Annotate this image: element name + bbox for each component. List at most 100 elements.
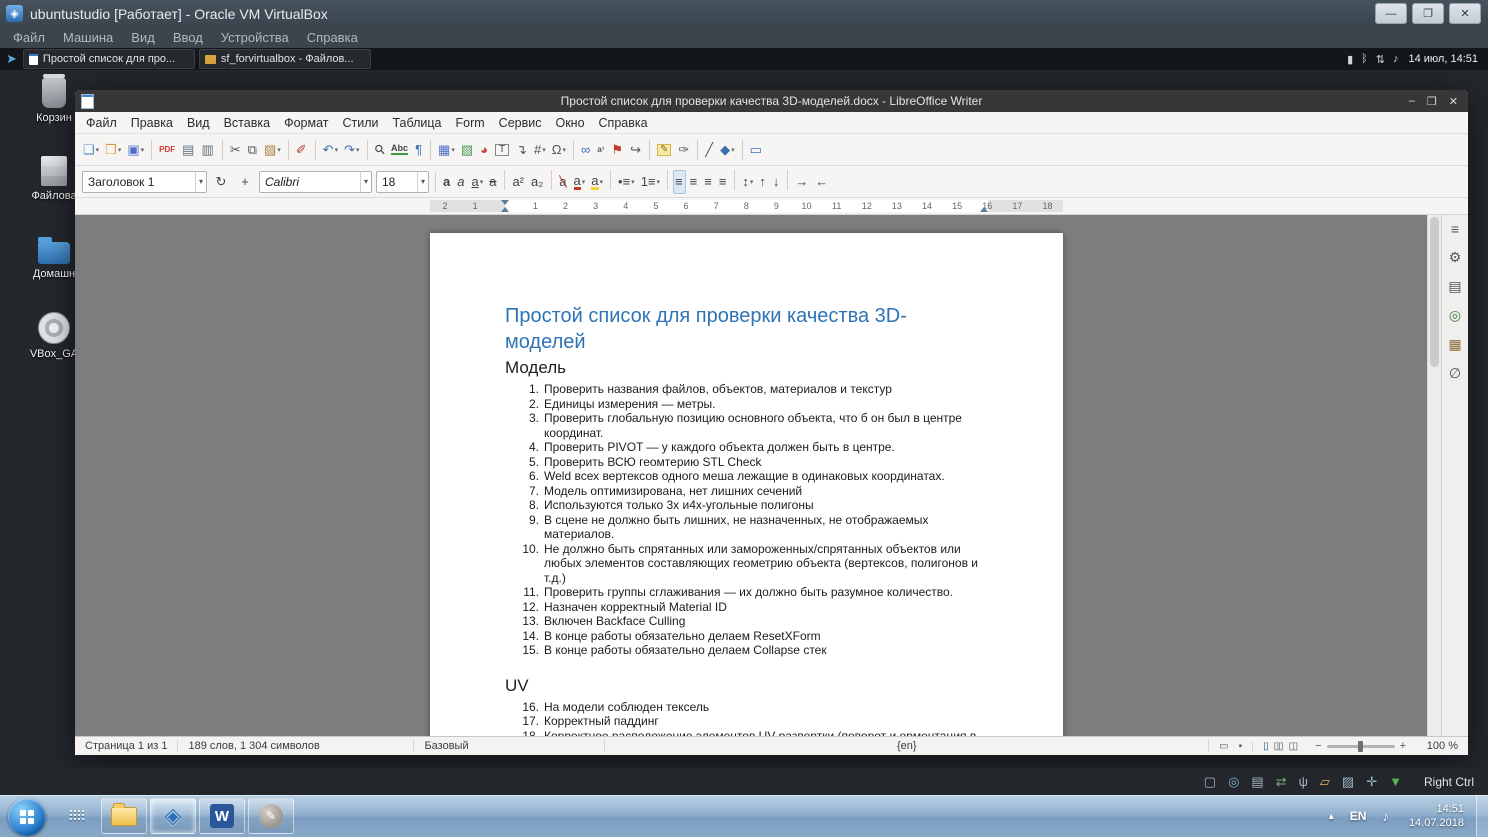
- export-pdf-button[interactable]: PDF: [157, 138, 178, 162]
- separator[interactable]: [697, 139, 699, 160]
- insert-cross-reference-button[interactable]: ↪: [628, 138, 644, 162]
- single-page-view-button[interactable]: ▯: [1263, 741, 1268, 752]
- zoom-out-button[interactable]: −: [1315, 740, 1321, 752]
- host-menu-item[interactable]: Справка: [298, 28, 367, 47]
- vertical-scrollbar[interactable]: [1427, 215, 1441, 736]
- virtualbox-button[interactable]: ◈: [150, 798, 196, 834]
- cut-button[interactable]: ✂: [228, 138, 244, 162]
- insert-line-button[interactable]: ╱: [703, 138, 716, 162]
- italic-button[interactable]: а: [455, 170, 467, 194]
- menu-item[interactable]: Сервис: [492, 114, 549, 132]
- horizontal-ruler[interactable]: 2 1 1 2 3 4 5 6 7 8 9 10 11 12 13 14 15 16 17 18: [75, 198, 1468, 215]
- line-spacing-button[interactable]: ↕ ▾: [740, 170, 755, 194]
- separator[interactable]: [610, 169, 612, 190]
- page-indicator[interactable]: Страница 1 из 1: [75, 740, 179, 752]
- separator[interactable]: [787, 169, 789, 190]
- new-document-button[interactable]: ❏ ▾: [81, 138, 101, 162]
- separator[interactable]: [741, 139, 743, 160]
- separator[interactable]: [573, 139, 575, 160]
- desktop-icon[interactable]: Файлова: [26, 156, 82, 202]
- insert-bookmark-button[interactable]: ⚑: [609, 138, 626, 162]
- network-updown-icon[interactable]: ⇅: [1376, 53, 1385, 66]
- font-color-button[interactable]: а ▾: [572, 170, 588, 194]
- start-button[interactable]: [8, 797, 46, 836]
- track-changes-button[interactable]: ✑: [676, 138, 692, 162]
- page-style[interactable]: Базовый: [414, 740, 606, 752]
- align-left-button[interactable]: ≡: [673, 169, 686, 194]
- usb-status-icon[interactable]: ψ: [1299, 774, 1308, 790]
- panel-clock[interactable]: 14 июл, 14:51: [1408, 53, 1478, 65]
- word-button[interactable]: W: [199, 798, 245, 834]
- right-indent-marker[interactable]: [980, 207, 988, 212]
- insert-comment-button[interactable]: ✎: [655, 138, 674, 162]
- align-center-button[interactable]: ≡: [688, 170, 701, 194]
- menu-item[interactable]: Form: [449, 114, 492, 132]
- bold-button[interactable]: а: [441, 170, 453, 194]
- style-inspector-icon[interactable]: ∅: [1449, 365, 1461, 382]
- desktop-icon[interactable]: Домашн: [26, 234, 82, 280]
- guest-additions-status-icon[interactable]: ▼: [1389, 774, 1402, 790]
- separator[interactable]: [430, 139, 432, 160]
- insert-textbox-button[interactable]: T: [493, 138, 512, 162]
- highlight-color-button[interactable]: а ▾: [589, 170, 605, 194]
- menu-item[interactable]: Формат: [277, 114, 335, 132]
- new-style-button[interactable]: +: [234, 170, 256, 194]
- minimize-button[interactable]: –: [1409, 95, 1415, 108]
- menu-item[interactable]: Стили: [335, 114, 385, 132]
- open-file-button[interactable]: ❒ ▾: [103, 138, 123, 162]
- desktop-icon[interactable]: Корзин: [26, 74, 82, 124]
- increase-indent-button[interactable]: →: [793, 170, 811, 194]
- insert-footnote-button[interactable]: a¹: [595, 138, 607, 162]
- justify-button[interactable]: ≡: [717, 170, 730, 194]
- sidebar-settings-icon[interactable]: ≡: [1451, 221, 1459, 237]
- draw-functions-button[interactable]: ▭: [748, 138, 765, 162]
- basic-shapes-button[interactable]: ◆ ▾: [718, 138, 737, 162]
- separator[interactable]: [551, 169, 553, 190]
- word-count[interactable]: 189 слов, 1 304 символов: [178, 740, 415, 752]
- gallery-icon[interactable]: ▦: [1448, 336, 1461, 353]
- strikethrough-button[interactable]: а: [487, 170, 499, 194]
- insert-chart-button[interactable]: ◕: [478, 138, 491, 162]
- language-indicator[interactable]: EN: [1342, 809, 1375, 823]
- font-size-select[interactable]: 18 ▾: [376, 170, 429, 193]
- numbering-button[interactable]: 1≡ ▾: [639, 170, 662, 194]
- zoom-slider-thumb[interactable]: [1357, 740, 1363, 752]
- font-name-select[interactable]: Calibri ▾: [259, 170, 372, 193]
- menu-item[interactable]: Таблица: [385, 114, 448, 132]
- restore-button[interactable]: ❐: [1412, 3, 1444, 24]
- paragraph-style-select[interactable]: Заголовок 1 ▾: [82, 170, 207, 193]
- separator[interactable]: [287, 139, 289, 160]
- text-language[interactable]: {en}: [605, 740, 1210, 752]
- align-right-button[interactable]: ≡: [702, 170, 715, 194]
- separator[interactable]: [648, 139, 650, 160]
- insert-hyperlink-button[interactable]: ∞: [579, 138, 593, 162]
- print-preview-button[interactable]: ▥: [199, 138, 216, 162]
- document-modified-icon[interactable]: ▪: [1239, 741, 1243, 752]
- gimp-button[interactable]: ✎: [248, 798, 294, 834]
- host-menu-item[interactable]: Вид: [122, 28, 164, 47]
- close-button[interactable]: ✕: [1449, 95, 1458, 108]
- separator[interactable]: [667, 169, 669, 190]
- mouse-integration-status-icon[interactable]: ✛: [1366, 774, 1377, 790]
- clone-formatting-button[interactable]: ✐: [294, 138, 310, 162]
- spelling-button[interactable]: Abc: [389, 138, 411, 162]
- insert-image-button[interactable]: ▧: [459, 138, 476, 162]
- show-desktop-button[interactable]: [1476, 795, 1488, 837]
- bluetooth-icon[interactable]: ᛒ: [1361, 53, 1368, 66]
- menu-item[interactable]: Окно: [548, 114, 591, 132]
- maximize-button[interactable]: ❒: [1427, 95, 1437, 108]
- separator[interactable]: [314, 139, 316, 160]
- undo-button[interactable]: ↶ ▾: [321, 138, 340, 162]
- separator[interactable]: [221, 139, 223, 160]
- close-button[interactable]: ✕: [1449, 3, 1481, 24]
- separator[interactable]: [151, 139, 153, 160]
- hidden-icons-chevron[interactable]: ▴: [1321, 811, 1342, 822]
- menu-item[interactable]: Вид: [180, 114, 217, 132]
- selection-mode-icon[interactable]: ▭: [1219, 741, 1228, 752]
- volume-icon[interactable]: ♪: [1374, 809, 1397, 824]
- explorer-button[interactable]: [101, 798, 147, 834]
- para-space-decrease-button[interactable]: ↓: [771, 170, 783, 194]
- find-replace-button[interactable]: ⚲: [371, 138, 388, 162]
- zoom-slider[interactable]: [1326, 740, 1395, 752]
- host-menu-item[interactable]: Ввод: [164, 28, 212, 47]
